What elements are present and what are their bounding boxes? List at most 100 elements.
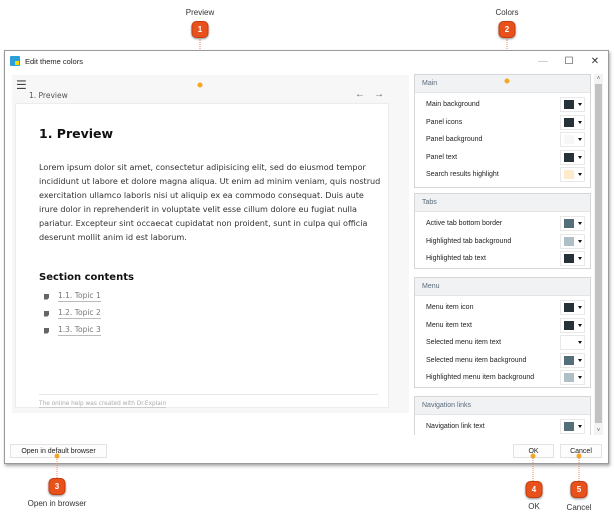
dropdown-caret-icon	[578, 138, 582, 141]
color-setting-row: Highlighted menu item background	[415, 369, 590, 387]
dropdown-caret-icon	[578, 341, 582, 344]
close-button[interactable]: ✕	[582, 51, 608, 71]
callout-line-3	[56, 457, 58, 478]
preview-document: 1. Preview Lorem ipsum dolor sit amet, c…	[15, 103, 389, 408]
color-picker-dropdown[interactable]	[560, 300, 585, 315]
group-header: Tabs	[415, 194, 590, 212]
window-controls: — ☐ ✕	[530, 51, 608, 71]
color-setting-row: Highlighted tab background	[415, 233, 590, 251]
colors-panel: Main Main background Panel icons Panel back…	[414, 74, 592, 435]
color-setting-label: Panel text	[426, 153, 458, 161]
dropdown-caret-icon	[578, 120, 582, 124]
color-swatch	[564, 338, 574, 347]
topic-link[interactable]: 1.2. Topic 2	[58, 308, 101, 319]
color-swatch	[564, 170, 574, 179]
color-setting-row: Panel text	[415, 149, 590, 167]
callout-label-colors: Colors	[495, 8, 519, 17]
page-icon	[44, 327, 49, 334]
section-contents-heading: Section contents	[39, 272, 134, 283]
color-setting-row: Selected menu item background	[415, 352, 590, 370]
colors-scrollbar[interactable]: ˄ ˅	[594, 74, 603, 435]
color-picker-dropdown[interactable]	[560, 317, 585, 333]
minimize-button[interactable]: —	[530, 51, 556, 71]
callout-dot-1	[197, 82, 203, 88]
callout-label-preview: Preview	[185, 8, 215, 17]
color-picker-dropdown[interactable]	[560, 114, 585, 130]
callout-line-4	[532, 457, 534, 481]
color-picker-dropdown[interactable]	[560, 251, 585, 266]
scroll-up-icon[interactable]: ˄	[594, 74, 603, 83]
group-header: Menu	[415, 278, 590, 296]
color-setting-label: Main background	[426, 101, 480, 108]
color-setting-label: Panel background	[426, 136, 483, 143]
color-swatch	[564, 422, 574, 431]
color-setting-label: Menu item text	[426, 321, 472, 329]
color-swatch	[564, 152, 574, 162]
color-setting-row: Panel icons	[415, 114, 590, 132]
color-swatch	[564, 100, 574, 109]
footer-link[interactable]: The online help was created with Dr.Expl…	[39, 401, 167, 408]
callout-line-5	[578, 457, 580, 481]
list-item: 1.1. Topic 1	[44, 288, 101, 305]
maximize-button[interactable]: ☐	[556, 51, 582, 71]
callout-badge-2: 2	[498, 21, 516, 38]
color-picker-dropdown[interactable]	[560, 335, 585, 350]
callout-label-cancel: Cancel	[566, 503, 592, 512]
dropdown-caret-icon	[578, 358, 582, 362]
color-setting-row: Navigation link text	[415, 418, 590, 435]
dropdown-caret-icon	[578, 257, 582, 260]
next-arrow-icon[interactable]: →	[374, 89, 384, 100]
edit-theme-colors-dialog: Edit theme colors — ☐ ✕ ☰ 1. Preview ← →…	[4, 50, 609, 464]
window-title: Edit theme colors	[25, 56, 83, 66]
previous-arrow-icon[interactable]: ←	[355, 89, 365, 100]
callout-badge-5: 5	[570, 481, 588, 498]
scroll-thumb[interactable]	[595, 84, 602, 423]
dropdown-caret-icon	[578, 239, 582, 243]
color-group-navigation-links: Navigation links Navigation link text	[414, 396, 591, 435]
color-swatch	[564, 373, 574, 382]
callout-dot-2	[504, 78, 510, 84]
dropdown-caret-icon	[578, 306, 582, 309]
color-setting-label: Panel icons	[426, 118, 463, 126]
callout-badge-4: 4	[525, 481, 543, 498]
color-picker-dropdown[interactable]	[560, 167, 585, 182]
callout-label-open-in-browser: Open in browser	[27, 499, 87, 508]
color-setting-label: Highlighted tab background	[426, 237, 512, 245]
dropdown-caret-icon	[578, 222, 582, 225]
color-group-menu: Menu Menu item icon Menu item text Selected…	[414, 277, 591, 388]
color-setting-row: Main background	[415, 96, 590, 114]
preview-pane: ☰ 1. Preview ← → 1. Preview Lorem ipsum …	[12, 75, 409, 413]
breadcrumb: 1. Preview	[29, 91, 68, 100]
callout-badge-3: 3	[48, 478, 66, 495]
color-setting-label: Menu item icon	[426, 304, 474, 311]
topic-list: 1.1. Topic 1 1.2. Topic 2 1.3. Topic 3	[44, 288, 101, 339]
dropdown-caret-icon	[578, 155, 582, 159]
color-swatch	[564, 320, 574, 330]
color-picker-dropdown[interactable]	[560, 352, 585, 368]
color-swatch	[564, 219, 574, 228]
topic-navigation: ← →	[355, 89, 384, 100]
color-picker-dropdown[interactable]	[560, 97, 585, 112]
color-picker-dropdown[interactable]	[560, 132, 585, 147]
color-setting-row: Highlighted tab text	[415, 250, 590, 268]
dropdown-caret-icon	[578, 323, 582, 327]
color-picker-dropdown[interactable]	[560, 216, 585, 231]
list-item: 1.3. Topic 3	[44, 322, 101, 339]
color-group-main: Main Main background Panel icons Panel back…	[414, 74, 591, 188]
hamburger-menu-icon[interactable]: ☰	[16, 78, 27, 92]
color-picker-dropdown[interactable]	[560, 149, 585, 165]
topic-link[interactable]: 1.1. Topic 1	[58, 291, 101, 302]
color-swatch	[564, 303, 574, 312]
color-setting-row: Menu item text	[415, 317, 590, 335]
topic-link[interactable]: 1.3. Topic 3	[58, 325, 101, 336]
color-setting-label: Highlighted tab text	[426, 255, 486, 262]
page-icon	[44, 293, 49, 300]
color-picker-dropdown[interactable]	[560, 419, 585, 434]
group-header: Navigation links	[415, 397, 590, 415]
color-picker-dropdown[interactable]	[560, 370, 585, 385]
scroll-down-icon[interactable]: ˅	[594, 426, 603, 435]
color-swatch	[564, 117, 574, 127]
color-picker-dropdown[interactable]	[560, 233, 585, 249]
dropdown-caret-icon	[578, 376, 582, 379]
color-setting-label: Active tab bottom border	[426, 220, 503, 227]
